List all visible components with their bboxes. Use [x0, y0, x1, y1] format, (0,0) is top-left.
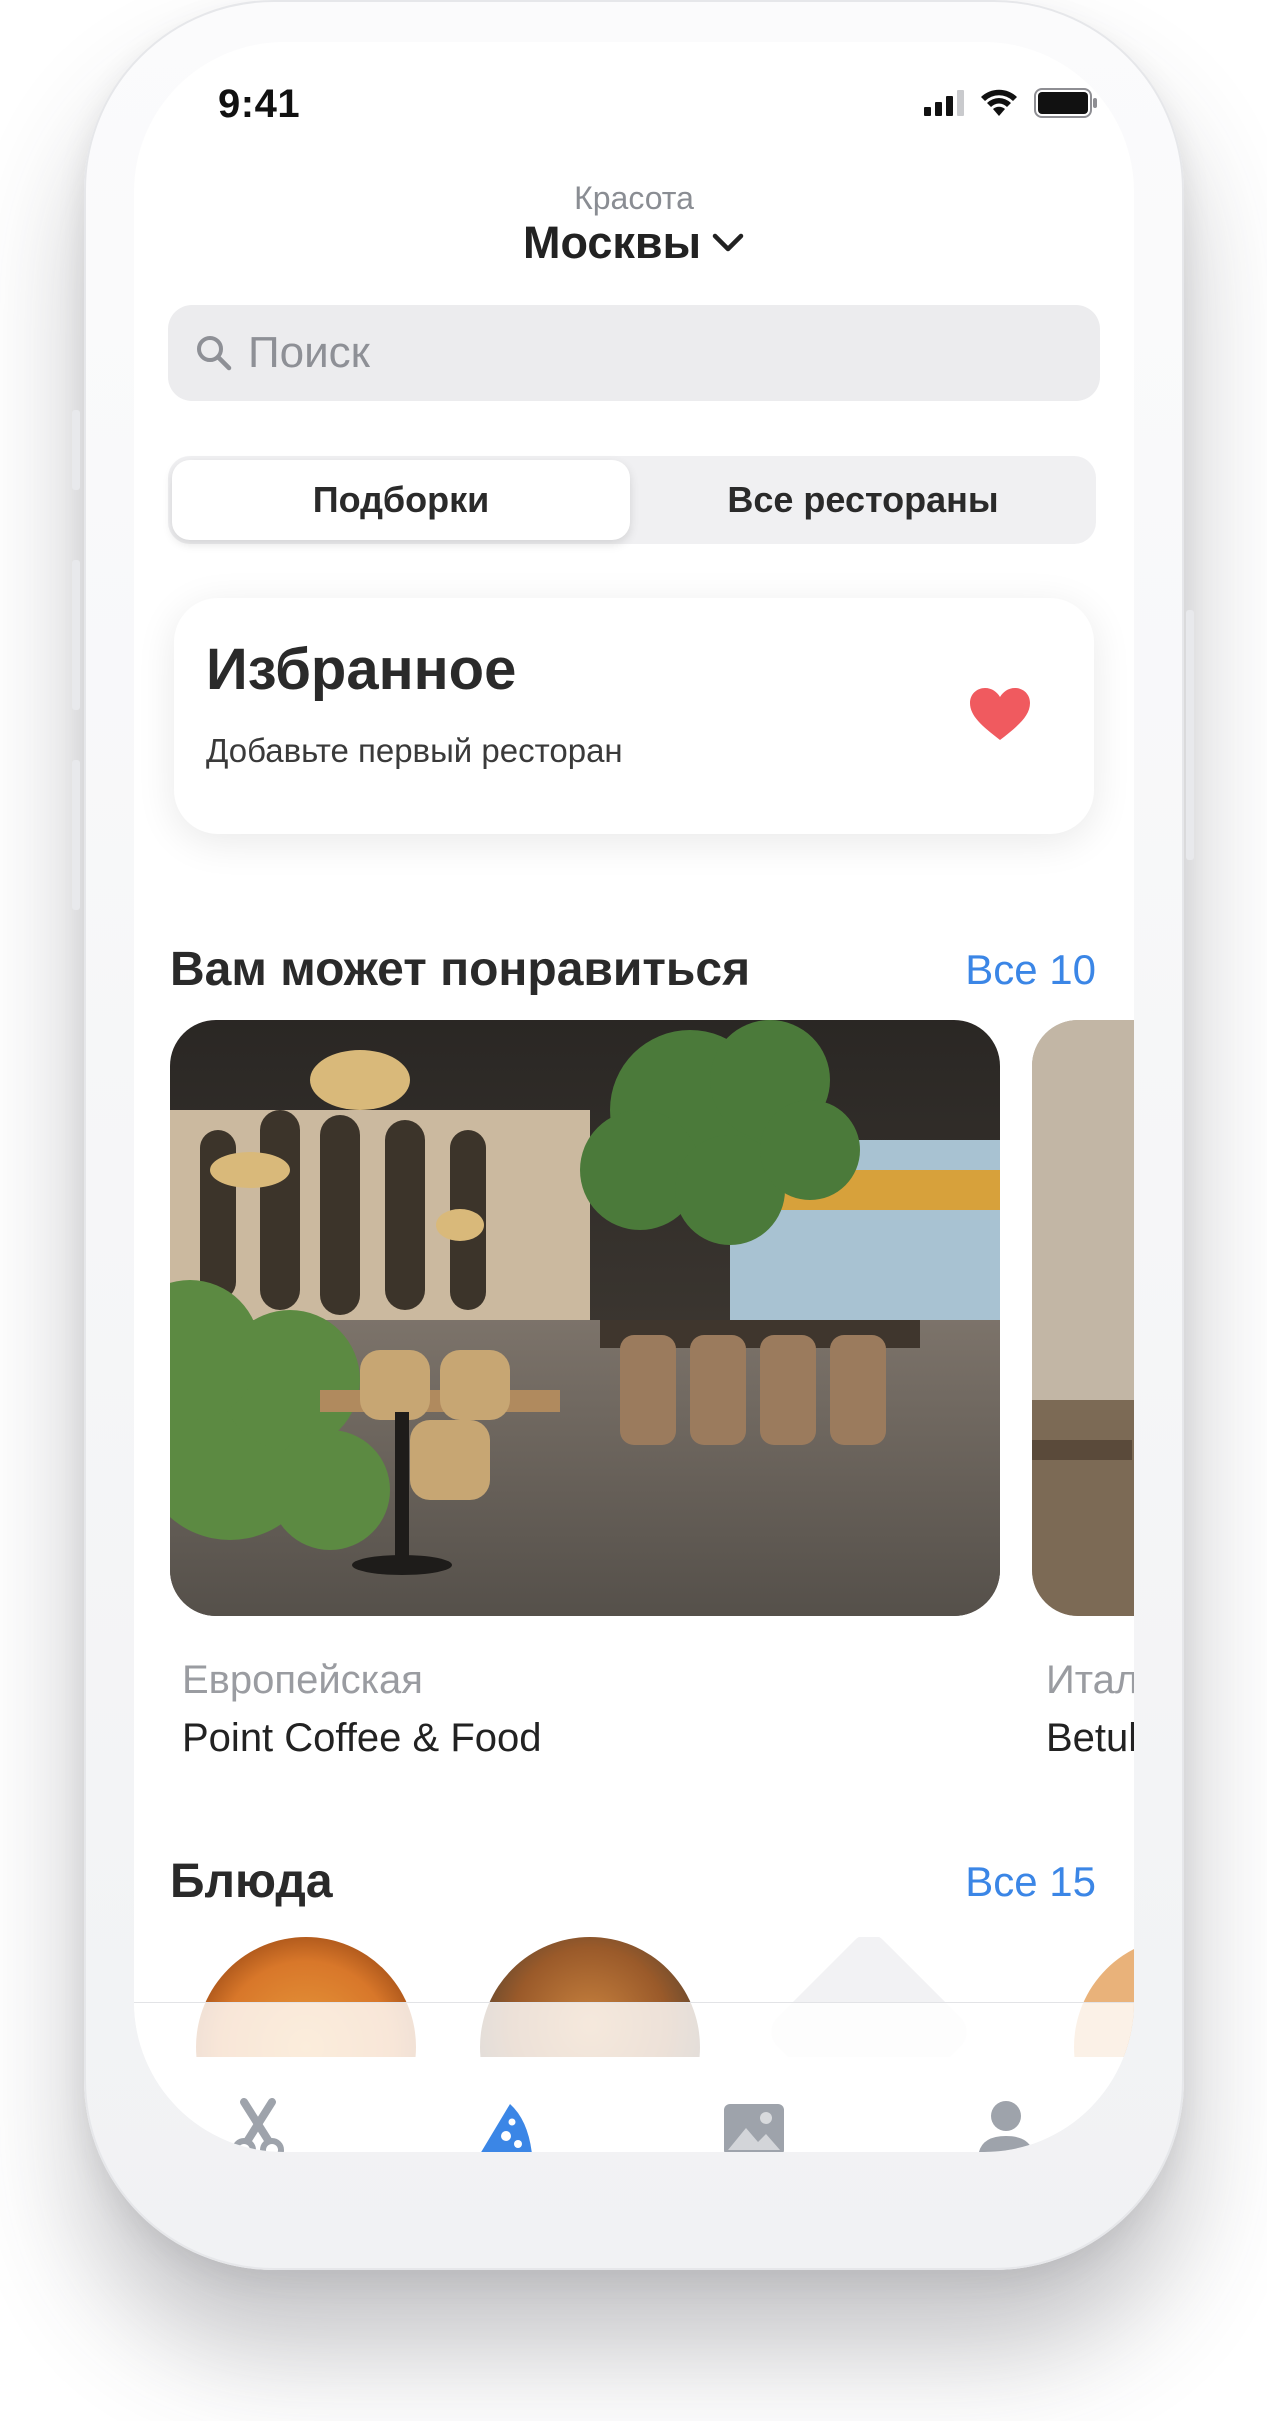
restaurant-cuisine: Европейская [182, 1658, 423, 1702]
tab-gallery[interactable] [714, 2090, 794, 2152]
restaurant-cuisine-2: Итал [1046, 1658, 1134, 1702]
tab-food[interactable] [466, 2090, 546, 2152]
tab-all-restaurants[interactable]: Все рестораны [634, 460, 1092, 540]
recommended-all-link[interactable]: Все 10 [965, 946, 1096, 994]
city-label: Москвы [522, 217, 702, 268]
city-selector[interactable]: Москвы [134, 217, 1134, 269]
dishes-title: Блюда [170, 1855, 333, 1908]
device-volume-down [72, 760, 80, 910]
app-screen: 9:41 Красота Москвы Подборки [134, 42, 1134, 2152]
status-icons [924, 88, 1098, 118]
restaurant-photo-interior-2 [1032, 1020, 1134, 1616]
restaurant-name-2[interactable]: Betul [1046, 1716, 1134, 1761]
chevron-down-icon [712, 233, 744, 252]
status-time: 9:41 [218, 82, 301, 126]
restaurant-card-image-2[interactable] [1032, 1020, 1134, 1616]
favorites-title: Избранное [206, 637, 517, 702]
device-volume-up [72, 560, 80, 710]
restaurant-name[interactable]: Point Coffee & Food [182, 1716, 542, 1761]
dishes-all-link[interactable]: Все 15 [965, 1858, 1096, 1906]
segmented-control: Подборки Все рестораны [168, 456, 1096, 544]
heart-icon [970, 688, 1030, 740]
search-bar[interactable] [168, 305, 1100, 401]
search-input[interactable] [248, 328, 1048, 378]
pizza-icon [481, 2104, 532, 2152]
header-subtitle: Красота [574, 180, 694, 216]
profile-icon [979, 2101, 1033, 2152]
tab-profile[interactable] [966, 2090, 1046, 2152]
tab-services[interactable] [218, 2090, 298, 2152]
favorites-subtitle: Добавьте первый ресторан [206, 732, 623, 769]
wifi-icon [981, 89, 1017, 116]
favorites-card[interactable]: Избранное Добавьте первый ресторан [174, 598, 1094, 834]
battery-icon [1034, 88, 1097, 118]
restaurant-card-image[interactable] [170, 1020, 1000, 1616]
tab-collections[interactable]: Подборки [172, 460, 630, 540]
scissors-icon [232, 2098, 284, 2152]
restaurant-photo-interior [170, 1020, 1000, 1616]
device-power-button [1186, 610, 1194, 860]
recommended-title: Вам может понравиться [170, 943, 751, 996]
gallery-icon [724, 2104, 784, 2152]
cellular-signal-icon [924, 90, 964, 116]
search-icon [197, 336, 232, 371]
device-side-button [72, 410, 80, 490]
